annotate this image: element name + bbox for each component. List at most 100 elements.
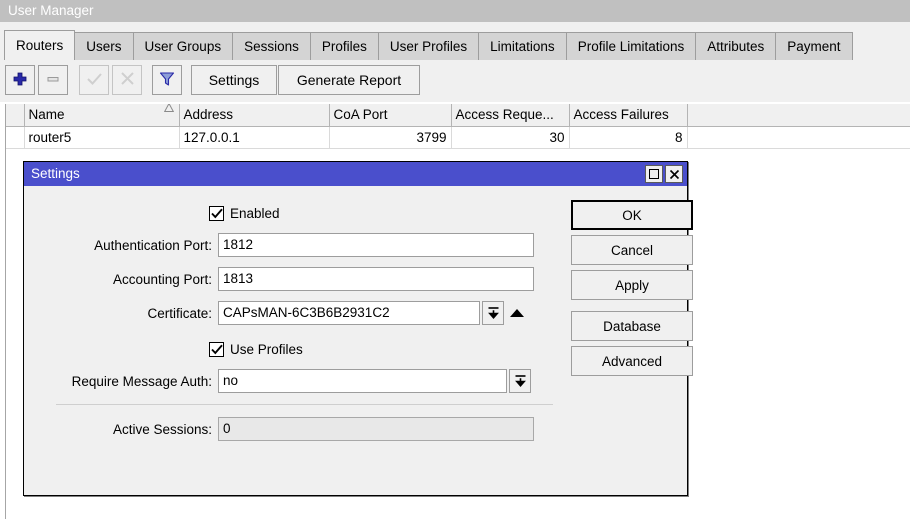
tab-label: Sessions xyxy=(244,39,299,54)
remove-button[interactable] xyxy=(38,65,68,95)
cancel-button[interactable]: Cancel xyxy=(571,235,693,265)
tab-bar: Routers Users User Groups Sessions Profi… xyxy=(0,22,910,60)
close-glyph xyxy=(669,169,680,180)
enabled-checkbox[interactable] xyxy=(209,206,224,221)
tab-sessions[interactable]: Sessions xyxy=(232,32,311,60)
check-icon xyxy=(211,208,223,219)
column-header-access-requests[interactable]: Access Reque... xyxy=(451,104,569,126)
settings-button[interactable]: Settings xyxy=(191,65,277,95)
cell-access-requests: 30 xyxy=(451,126,569,148)
certificate-label: Certificate: xyxy=(24,306,218,321)
tab-profile-limitations[interactable]: Profile Limitations xyxy=(566,32,697,60)
maximize-icon[interactable] xyxy=(645,165,663,183)
enable-button[interactable] xyxy=(79,65,109,95)
tab-user-groups[interactable]: User Groups xyxy=(133,32,234,60)
tab-list: Routers Users User Groups Sessions Profi… xyxy=(4,32,852,60)
require-message-auth-dropdown-button[interactable] xyxy=(509,369,531,393)
apply-button-label: Apply xyxy=(615,278,649,293)
settings-dialog: Settings Enabled Authentication Port: 18… xyxy=(23,161,688,496)
column-label: CoA Port xyxy=(334,107,388,122)
tab-label: Attributes xyxy=(707,39,764,54)
close-icon[interactable] xyxy=(665,165,683,183)
plus-icon xyxy=(12,71,28,90)
maximize-glyph xyxy=(649,169,659,179)
cancel-button-label: Cancel xyxy=(611,243,653,258)
authentication-port-label: Authentication Port: xyxy=(24,238,218,253)
column-label: Access Failures xyxy=(574,107,669,122)
check-icon xyxy=(211,344,223,355)
enabled-label: Enabled xyxy=(230,206,280,221)
database-button[interactable]: Database xyxy=(571,311,693,341)
use-profiles-label: Use Profiles xyxy=(230,342,303,357)
app-title-bar: User Manager xyxy=(0,0,910,22)
chevron-down-icon xyxy=(514,374,527,388)
column-header-name[interactable]: Name xyxy=(24,104,179,126)
column-header-address[interactable]: Address xyxy=(179,104,329,126)
disable-button[interactable] xyxy=(112,65,142,95)
certificate-input[interactable]: CAPsMAN-6C3B6B2931C2 xyxy=(218,301,480,325)
column-header-coa-port[interactable]: CoA Port xyxy=(329,104,451,126)
column-header-access-failures[interactable]: Access Failures xyxy=(569,104,687,126)
row-marker-header xyxy=(6,104,24,126)
cell-name: router5 xyxy=(24,126,179,148)
tab-users[interactable]: Users xyxy=(74,32,133,60)
tab-attributes[interactable]: Attributes xyxy=(695,32,776,60)
accounting-port-row: Accounting Port: 1813 xyxy=(24,266,544,292)
tab-label: Routers xyxy=(16,38,63,53)
tab-label: Profile Limitations xyxy=(578,39,685,54)
column-label: Access Reque... xyxy=(456,107,554,122)
tab-label: User Groups xyxy=(145,39,222,54)
column-label: Address xyxy=(184,107,234,122)
authentication-port-row: Authentication Port: 1812 xyxy=(24,232,544,258)
require-message-auth-label: Require Message Auth: xyxy=(24,374,218,389)
tab-label: Payment xyxy=(787,39,840,54)
tab-user-profiles[interactable]: User Profiles xyxy=(378,32,479,60)
app-title: User Manager xyxy=(8,3,94,18)
tab-profiles[interactable]: Profiles xyxy=(310,32,379,60)
dialog-body: Enabled Authentication Port: 1812 Accoun… xyxy=(24,186,687,495)
accounting-port-label: Accounting Port: xyxy=(24,272,218,287)
cell-filler xyxy=(687,126,910,148)
accounting-port-input[interactable]: 1813 xyxy=(218,267,534,291)
authentication-port-input[interactable]: 1812 xyxy=(218,233,534,257)
generate-report-button[interactable]: Generate Report xyxy=(278,65,420,95)
routers-grid: Name Address CoA Port Access Reque... Ac… xyxy=(6,104,910,149)
filter-button[interactable] xyxy=(152,65,182,95)
column-label: Name xyxy=(29,107,65,122)
apply-button[interactable]: Apply xyxy=(571,270,693,300)
ok-button-label: OK xyxy=(622,208,642,223)
ok-button[interactable]: OK xyxy=(571,200,693,230)
cell-coa-port: 3799 xyxy=(329,126,451,148)
tab-routers[interactable]: Routers xyxy=(4,30,75,60)
chevron-down-icon xyxy=(487,306,500,320)
tab-label: Limitations xyxy=(490,39,555,54)
tab-label: Users xyxy=(86,39,121,54)
require-message-auth-row: Require Message Auth: no xyxy=(24,368,544,394)
row-marker-cell xyxy=(6,126,24,148)
tab-label: User Profiles xyxy=(390,39,467,54)
cross-icon xyxy=(119,70,136,90)
routers-table: Name Address CoA Port Access Reque... Ac… xyxy=(5,104,910,149)
check-icon xyxy=(86,70,103,90)
table-row[interactable]: router5 127.0.0.1 3799 30 8 xyxy=(6,126,910,148)
table-header-row: Name Address CoA Port Access Reque... Ac… xyxy=(6,104,910,126)
cell-address: 127.0.0.1 xyxy=(179,126,329,148)
certificate-collapse-icon[interactable] xyxy=(510,309,524,317)
active-sessions-value: 0 xyxy=(218,417,534,441)
database-button-label: Database xyxy=(603,319,661,334)
dialog-title: Settings xyxy=(31,166,80,181)
tab-payment[interactable]: Payment xyxy=(775,32,852,60)
advanced-button[interactable]: Advanced xyxy=(571,346,693,376)
certificate-dropdown-button[interactable] xyxy=(482,301,504,325)
cell-access-failures: 8 xyxy=(569,126,687,148)
add-button[interactable] xyxy=(5,65,35,95)
use-profiles-checkbox[interactable] xyxy=(209,342,224,357)
tab-limitations[interactable]: Limitations xyxy=(478,32,567,60)
column-header-filler xyxy=(687,104,910,126)
funnel-icon xyxy=(158,70,176,91)
settings-button-label: Settings xyxy=(209,72,260,88)
dialog-title-bar[interactable]: Settings xyxy=(24,162,687,186)
require-message-auth-input[interactable]: no xyxy=(218,369,507,393)
sort-ascending-icon xyxy=(164,111,174,119)
minus-icon xyxy=(45,71,61,90)
